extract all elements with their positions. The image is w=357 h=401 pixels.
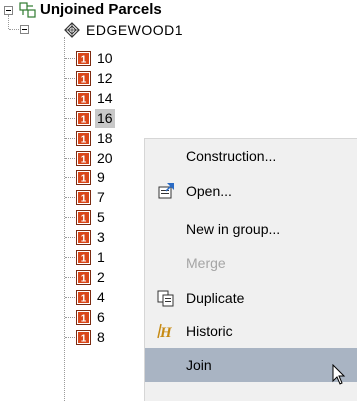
parcel-icon: 1 xyxy=(76,250,91,265)
historic-icon: H xyxy=(157,323,173,340)
svg-text:1: 1 xyxy=(81,254,87,265)
svg-text:1: 1 xyxy=(81,194,87,205)
parcel-item[interactable]: 1 20 xyxy=(76,149,115,168)
parcel-item[interactable]: 18 xyxy=(76,328,107,347)
menu-item-label: Construction... xyxy=(186,148,277,164)
menu-item-label: Open... xyxy=(186,183,232,199)
parcel-item[interactable]: 1 18 xyxy=(76,129,115,148)
parcel-label: 2 xyxy=(97,268,105,285)
svg-text:1: 1 xyxy=(81,293,87,304)
svg-text:1: 1 xyxy=(81,154,87,165)
parcel-item[interactable]: 1 10 xyxy=(76,49,115,68)
menu-item-label: New in group... xyxy=(186,221,281,237)
svg-text:1: 1 xyxy=(81,313,87,324)
parcel-label: 3 xyxy=(97,229,105,246)
menu-item-construction[interactable]: Construction... xyxy=(145,139,357,173)
open-icon xyxy=(158,183,174,199)
parcel-icon: 1 xyxy=(76,130,91,146)
parcel-item[interactable]: 15 xyxy=(76,208,107,227)
parcel-label: 14 xyxy=(97,89,113,106)
svg-text:1: 1 xyxy=(81,74,87,85)
parcel-icon: 1 xyxy=(76,269,91,285)
parcel-label: 5 xyxy=(97,209,105,226)
svg-text:1: 1 xyxy=(81,273,87,284)
menu-item-label: Historic xyxy=(186,323,233,339)
context-menu: Construction... Open... New in group... Mer… xyxy=(144,138,357,401)
svg-text:1: 1 xyxy=(81,55,87,66)
tree-panel: Unjoined Parcels EDGEWOOD1 1 10 1 12 1 14 1 16 1… xyxy=(0,0,357,401)
parcel-item[interactable]: 11 xyxy=(76,248,107,267)
mouse-pointer-icon xyxy=(332,364,346,385)
parcel-icon: 1 xyxy=(76,110,91,126)
parcel-item[interactable]: 19 xyxy=(76,168,107,187)
parcel-icon: 1 xyxy=(76,230,91,246)
svg-text:H: H xyxy=(159,325,173,340)
parcel-item[interactable]: 17 xyxy=(76,188,107,207)
menu-item-label: Duplicate xyxy=(186,290,245,306)
parcel-icon: 1 xyxy=(76,329,91,345)
svg-text:1: 1 xyxy=(81,214,87,225)
parcel-label: 7 xyxy=(97,189,105,206)
svg-text:1: 1 xyxy=(81,333,87,344)
parcel-item[interactable]: 1 12 xyxy=(76,69,115,88)
svg-text:1: 1 xyxy=(81,234,87,245)
group-node-label[interactable]: EDGEWOOD1 xyxy=(86,20,183,40)
svg-text:1: 1 xyxy=(81,114,87,125)
parcel-label: 10 xyxy=(97,50,113,66)
menu-item-duplicate[interactable]: Duplicate xyxy=(145,281,357,315)
parcel-label: 6 xyxy=(97,308,105,325)
svg-text:1: 1 xyxy=(81,134,87,145)
parcel-label: 16 xyxy=(95,108,115,128)
parcel-icon: 1 xyxy=(76,289,91,305)
parcel-item[interactable]: 1 16 xyxy=(76,108,115,128)
root-collapse-toggle[interactable] xyxy=(4,6,13,15)
menu-item-open[interactable]: Open... xyxy=(145,174,357,208)
parcel-item[interactable]: 14 xyxy=(76,288,107,307)
root-node-label[interactable]: Unjoined Parcels xyxy=(40,0,162,20)
parcel-icon: 1 xyxy=(76,170,91,186)
parcel-item[interactable]: 1 14 xyxy=(76,89,115,108)
group-collapse-toggle[interactable] xyxy=(20,25,29,34)
parcel-icon: 1 xyxy=(76,51,91,66)
svg-text:1: 1 xyxy=(81,94,87,105)
parcel-icon: 1 xyxy=(76,210,91,226)
parcel-label: 4 xyxy=(97,288,105,305)
menu-item-historic[interactable]: H Historic xyxy=(145,314,357,348)
menu-item-merge[interactable]: Merge xyxy=(145,246,357,280)
parcel-label: 9 xyxy=(97,169,105,186)
parcel-label: 1 xyxy=(97,249,105,265)
duplicate-icon xyxy=(157,290,174,307)
group-icon xyxy=(64,22,80,38)
menu-item-label: Join xyxy=(186,357,212,373)
parcel-icon: 1 xyxy=(76,309,91,325)
unjoined-parcels-icon xyxy=(19,2,36,18)
parcel-icon: 1 xyxy=(76,150,91,166)
svg-text:1: 1 xyxy=(81,174,87,185)
parcel-item[interactable]: 16 xyxy=(76,308,107,327)
parcel-item[interactable]: 12 xyxy=(76,268,107,287)
parcel-label: 8 xyxy=(97,328,105,345)
parcel-label: 20 xyxy=(97,149,113,166)
parcel-icon: 1 xyxy=(76,190,91,206)
parcel-icon: 1 xyxy=(76,90,91,106)
parcel-item[interactable]: 13 xyxy=(76,228,107,247)
parcel-icon: 1 xyxy=(76,70,91,86)
menu-item-join[interactable]: Join xyxy=(145,348,357,382)
parcel-label: 12 xyxy=(97,69,113,86)
parcel-label: 18 xyxy=(97,129,113,146)
menu-item-label: Merge xyxy=(186,255,226,271)
menu-item-new-in-group[interactable]: New in group... xyxy=(145,212,357,246)
